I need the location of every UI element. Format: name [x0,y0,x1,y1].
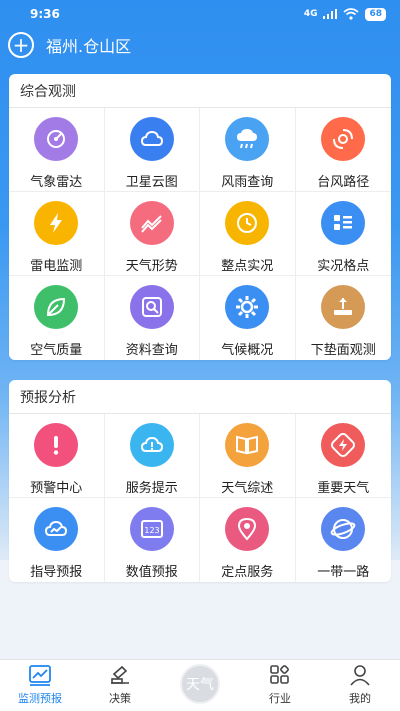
top-header: + 福州.仓山区 [0,28,400,62]
tab-label: 监测预报 [18,692,62,705]
bolt-box-icon [321,423,366,467]
weather-center-icon: 天气 [180,664,220,704]
grid-item-label: 雷电监测 [30,259,83,274]
book-icon [225,423,270,467]
clock-icon [225,201,270,245]
grid-item-label: 气象雷达 [30,175,83,190]
cloud-icon [129,117,174,161]
numbers-icon: 123 [129,507,174,551]
grid-item-label: 天气形势 [125,259,178,274]
observation-section: 综合观测 气象雷达 卫星云图 风雨查询 台风路径雷电监测 天气形势 整点实况 实况格点空气质… [9,74,391,360]
location-pin-icon [225,507,270,551]
grid-item-radar[interactable]: 气象雷达 [9,108,105,192]
grid-item-cloud-rain[interactable]: 风雨查询 [200,108,296,192]
status-time: 9:36 [30,7,60,21]
radar-icon [34,117,79,161]
grid-item-globe[interactable]: 一带一路 [296,498,392,582]
user-tab-icon [350,665,370,686]
grid-item-label: 实况格点 [317,259,370,274]
grid-item-leaf[interactable]: 空气质量 [9,276,105,360]
signal-bars-icon [323,9,338,19]
grid-item-label: 指导预报 [30,565,83,580]
grid-item-cloud[interactable]: 卫星云图 [104,108,200,192]
grid-item-cloud-graph[interactable]: 指导预报 [9,498,105,582]
battery-icon: 68 [365,7,386,21]
add-city-button[interactable]: + [8,32,34,58]
grid-item-typhoon[interactable]: 台风路径 [295,108,391,192]
forecast-grid: 预警中心 服务提示 天气综述 重要天气指导预报 123 数值预报 定点服务 一带一路 [9,414,391,582]
grid-item-trend[interactable]: 天气形势 [104,192,200,276]
grid-item-label: 重要天气 [317,481,370,496]
section-title: 预报分析 [9,380,391,414]
cloud-alert-icon [129,423,174,467]
trend-icon [129,201,174,245]
alert-icon [34,423,79,467]
grid-item-label: 台风路径 [317,175,370,190]
status-bar: 9:36 4G 68 [0,0,400,28]
grid-item-label: 风雨查询 [221,175,274,190]
signal-icon: 4G [303,9,318,19]
tab-label: 行业 [269,692,291,705]
grid-item-bolt-box[interactable]: 重要天气 [295,414,391,498]
lightning-icon [34,201,79,245]
tab-mine[interactable]: 我的 [320,660,400,711]
tab-industry[interactable]: 行业 [240,660,320,711]
observation-grid: 气象雷达 卫星云图 风雨查询 台风路径雷电监测 天气形势 整点实况 实况格点空气质量 资料查询… [9,108,391,360]
industry-tab-icon [270,665,289,684]
grid-item-gear-sun[interactable]: 气候概况 [200,276,296,360]
tab-decision[interactable]: 决策 [80,660,160,711]
typhoon-icon [321,117,366,161]
grid-item-label: 资料查询 [125,343,178,358]
leaf-icon [34,285,79,329]
tab-label: 我的 [349,692,371,705]
grid-item-label: 预警中心 [30,481,83,496]
grid-item-label: 一带一路 [317,565,370,580]
grid-item-grid-list[interactable]: 实况格点 [295,192,391,276]
grid-item-alert[interactable]: 预警中心 [9,414,105,498]
grid-item-book[interactable]: 天气综述 [200,414,296,498]
grid-item-label: 定点服务 [221,565,274,580]
grid-item-doc-search[interactable]: 资料查询 [105,276,200,360]
chart-tab-icon [29,665,51,686]
location-label[interactable]: 福州.仓山区 [46,33,131,57]
wifi-icon [343,8,359,20]
grid-item-numbers[interactable]: 123 数值预报 [105,498,200,582]
tab-monitor-forecast[interactable]: 监测预报 [0,660,80,711]
grid-item-surface[interactable]: 下垫面观测 [296,276,392,360]
tab-label: 决策 [109,692,131,705]
decision-tab-icon [111,665,129,684]
grid-item-lightning[interactable]: 雷电监测 [9,192,105,276]
grid-item-label: 数值预报 [125,565,178,580]
globe-icon [321,507,366,551]
grid-item-label: 下垫面观测 [310,343,376,358]
gear-sun-icon [225,285,270,329]
cloud-graph-icon [34,507,79,551]
grid-item-label: 天气综述 [221,481,274,496]
grid-item-location-pin[interactable]: 定点服务 [200,498,296,582]
svg-text:123: 123 [144,526,159,535]
doc-search-icon [129,285,174,329]
cloud-rain-icon [225,117,270,161]
grid-item-cloud-alert[interactable]: 服务提示 [104,414,200,498]
grid-list-icon [321,201,366,245]
grid-item-label: 卫星云图 [125,175,178,190]
bottom-tab-bar: 监测预报 决策 天气 行业 我的 [0,659,400,711]
tab-weather-center[interactable]: 天气 [160,660,240,711]
grid-item-label: 整点实况 [221,259,274,274]
status-icons: 4G 68 [303,7,386,21]
grid-item-label: 气候概况 [221,343,274,358]
grid-item-label: 空气质量 [30,343,83,358]
surface-icon [321,285,366,329]
forecast-section: 预报分析 预警中心 服务提示 天气综述 重要天气指导预报 123 数值预报 定点服务 一带一路 [9,380,391,582]
grid-item-clock[interactable]: 整点实况 [200,192,296,276]
section-title: 综合观测 [9,74,391,108]
grid-item-label: 服务提示 [125,481,178,496]
